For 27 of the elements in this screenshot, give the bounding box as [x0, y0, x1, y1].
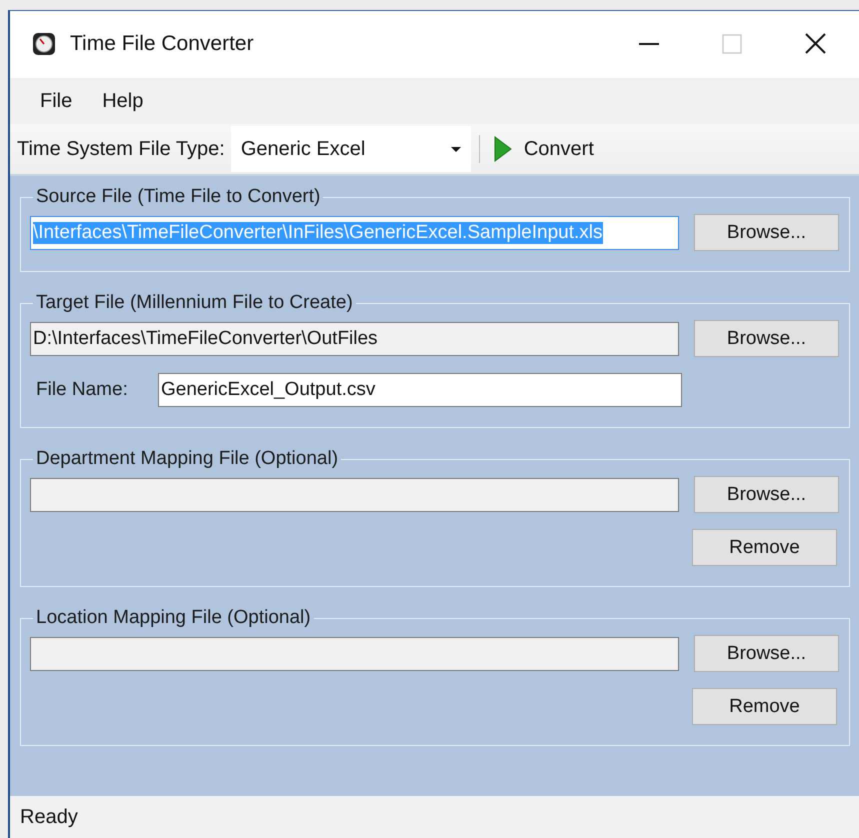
close-icon[interactable] [805, 33, 826, 54]
browse-button[interactable]: Browse... [694, 214, 839, 251]
menu-item[interactable]: File [30, 86, 82, 116]
path-field[interactable] [30, 636, 679, 670]
group-title: Target File (Millennium File to Create) [35, 292, 354, 314]
status-text: Ready [20, 806, 78, 828]
clock-icon [32, 32, 56, 56]
group-title: Source File (Time File to Convert) [35, 186, 322, 208]
path-field[interactable]: D:\Interfaces\TimeFileConverter\OutFiles [30, 322, 679, 356]
play-icon [494, 136, 512, 162]
browse-button[interactable]: Browse... [694, 320, 839, 357]
caret-icon[interactable] [450, 146, 461, 152]
file-name-field[interactable]: GenericExcel_Output.csv [158, 373, 682, 407]
convert-button[interactable]: Convert [490, 132, 598, 166]
field-label: File Name: [36, 379, 129, 401]
group-title: Location Mapping File (Optional) [35, 607, 312, 629]
window-title: Time File Converter [70, 32, 255, 56]
path-field[interactable] [30, 478, 679, 512]
minimize-icon[interactable] [639, 42, 659, 44]
menu-item[interactable]: Help [92, 86, 154, 116]
file-type-dropdown[interactable]: Generic Excel [230, 126, 471, 172]
group-title: Department Mapping File (Optional) [35, 448, 340, 470]
remove-button[interactable]: Remove [692, 688, 837, 725]
remove-button[interactable]: Remove [692, 529, 837, 566]
field-label: Time System File Type: [17, 138, 225, 160]
browse-button[interactable]: Browse... [694, 476, 839, 513]
browse-button[interactable]: Browse... [694, 635, 839, 672]
